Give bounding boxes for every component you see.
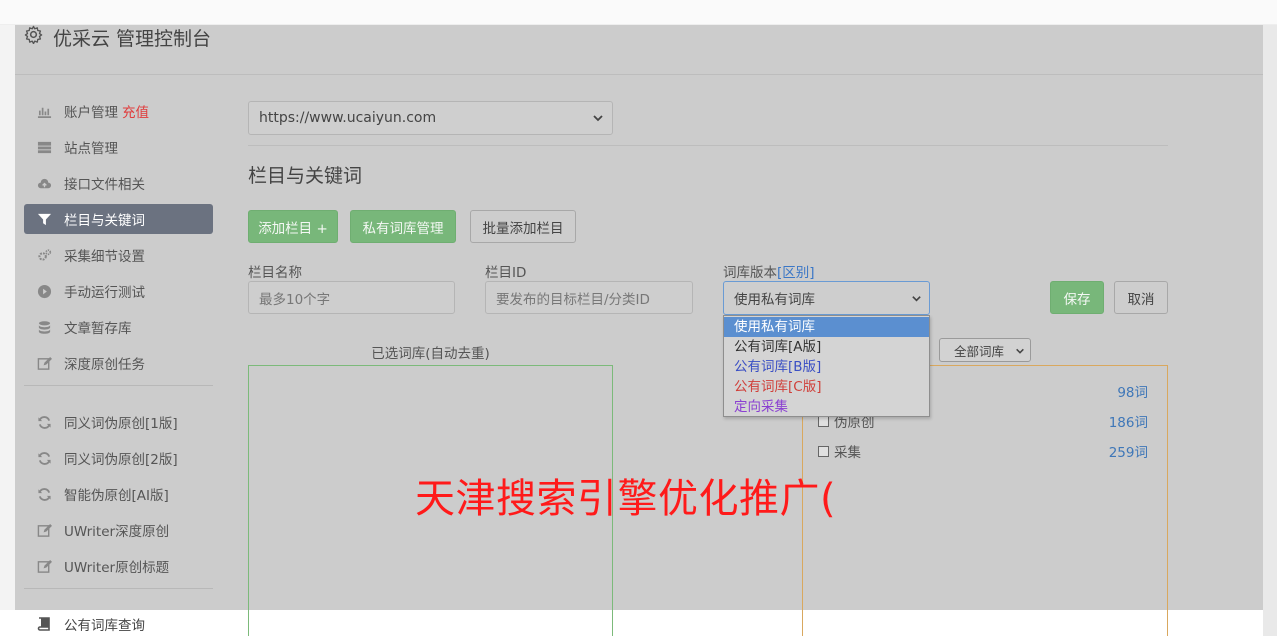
sidebar-item-label: 同义词伪原创[1版] <box>64 416 178 432</box>
sidebar-item-label: 账户管理 <box>64 105 118 121</box>
sidebar-item-label: 栏目与关键词 <box>64 213 145 229</box>
sidebar-item-label: UWriter原创标题 <box>64 560 170 576</box>
sidebar-item-label: 深度原创任务 <box>64 357 145 373</box>
sidebar-item-label: 接口文件相关 <box>64 177 145 193</box>
book-icon <box>36 616 52 632</box>
page-title: 栏目与关键词 <box>248 165 363 187</box>
sidebar-item-ai-rewrite[interactable]: 智能伪原创[AI版] <box>24 479 213 509</box>
column-name-input[interactable]: 最多10个字 <box>248 281 455 314</box>
chevron-down-icon <box>593 115 603 122</box>
refresh-icon <box>36 414 52 430</box>
sidebar-divider <box>24 588 213 589</box>
dropdown-option-targeted[interactable]: 定向采集 <box>724 397 929 417</box>
edit-icon <box>36 558 52 574</box>
difference-link[interactable]: [区别] <box>777 265 815 281</box>
sidebar-item-collection-settings[interactable]: 采集细节设置 <box>24 240 213 270</box>
gear-icon <box>24 25 43 49</box>
chevron-down-icon <box>1016 348 1024 354</box>
dropdown-option-public-b[interactable]: 公有词库[B版] <box>724 357 929 377</box>
library-row-count: 186词 <box>1108 415 1148 431</box>
library-version-label: 词库版本[区别] <box>723 261 815 281</box>
browser-top-strip <box>0 0 1277 25</box>
column-name-label: 栏目名称 <box>248 265 302 281</box>
site-select[interactable]: https://www.ucaiyun.com <box>248 101 613 135</box>
library-row[interactable]: 采集 259词 <box>818 441 1148 461</box>
library-filter-value: 全部词库 <box>954 343 1005 359</box>
app-header: 优采云 管理控制台 <box>24 24 211 50</box>
library-version-select[interactable]: 使用私有词库 <box>723 281 930 315</box>
play-circle-icon <box>36 283 52 299</box>
sidebar-item-article-storage[interactable]: 文章暂存库 <box>24 312 213 342</box>
dropdown-option-public-a[interactable]: 公有词库[A版] <box>724 337 929 357</box>
sidebar-item-api-files[interactable]: 接口文件相关 <box>24 168 213 198</box>
sidebar-item-deep-original[interactable]: 深度原创任务 <box>24 348 213 378</box>
watermark-text: 天津搜索引擎优化推广( <box>415 476 837 522</box>
recharge-link[interactable]: 充值 <box>122 101 149 121</box>
library-version-value: 使用私有词库 <box>734 292 815 308</box>
header-divider <box>15 74 1263 75</box>
edit-icon <box>36 355 52 371</box>
library-checkbox[interactable] <box>818 445 829 457</box>
library-version-dropdown[interactable]: 使用私有词库 公有词库[A版] 公有词库[B版] 公有词库[C版] 定向采集 <box>723 315 930 417</box>
sidebar-item-sites[interactable]: 站点管理 <box>24 132 213 162</box>
sidebar-item-uwriter-title[interactable]: UWriter原创标题 <box>24 551 213 581</box>
sidebar-divider <box>24 385 213 386</box>
library-checkbox[interactable] <box>818 415 829 427</box>
content-divider <box>248 145 1168 146</box>
sidebar-item-label: 站点管理 <box>64 141 118 157</box>
cogs-icon <box>36 247 52 263</box>
site-select-value: https://www.ucaiyun.com <box>259 110 437 126</box>
dropdown-option-private[interactable]: 使用私有词库 <box>724 317 929 337</box>
sidebar-item-label: 文章暂存库 <box>64 321 132 337</box>
private-library-button[interactable]: 私有词库管理 <box>350 210 456 243</box>
selected-library-title: 已选词库(自动去重) <box>371 346 490 362</box>
filter-icon <box>36 211 52 227</box>
sidebar-item-label: 手动运行测试 <box>64 285 145 301</box>
cloud-upload-icon <box>36 175 52 191</box>
refresh-icon <box>36 486 52 502</box>
app-title: 优采云 管理控制台 <box>53 27 212 50</box>
database-icon <box>36 319 52 335</box>
refresh-icon <box>36 450 52 466</box>
edit-icon <box>36 522 52 538</box>
save-button[interactable]: 保存 <box>1050 281 1104 314</box>
library-row-name: 采集 <box>834 445 861 461</box>
library-version-label-text: 词库版本 <box>723 265 777 281</box>
library-filter-select[interactable]: 全部词库 <box>939 338 1031 362</box>
sidebar-item-public-library-query[interactable]: 公有词库查询 <box>36 614 145 634</box>
batch-add-column-button[interactable]: 批量添加栏目 <box>470 210 576 243</box>
sidebar-item-manual-run[interactable]: 手动运行测试 <box>24 276 213 306</box>
add-column-button[interactable]: 添加栏目 + <box>248 210 338 243</box>
left-page-margin <box>0 25 15 610</box>
sidebar-item-synonym-v1[interactable]: 同义词伪原创[1版] <box>24 407 213 437</box>
right-page-margin <box>1263 25 1277 636</box>
bar-chart-icon <box>36 103 52 119</box>
cancel-button[interactable]: 取消 <box>1114 281 1168 314</box>
sidebar-item-uwriter-deep[interactable]: UWriter深度原创 <box>24 515 213 545</box>
dropdown-option-public-c[interactable]: 公有词库[C版] <box>724 377 929 397</box>
sidebar-item-label: 同义词伪原创[2版] <box>64 452 178 468</box>
library-row-count: 98词 <box>1117 385 1148 401</box>
sidebar-item-label: 智能伪原创[AI版] <box>64 488 169 504</box>
sidebar-item-label: UWriter深度原创 <box>64 524 170 540</box>
sidebar-item-label: 采集细节设置 <box>64 249 145 265</box>
sidebar-item-synonym-v2[interactable]: 同义词伪原创[2版] <box>24 443 213 473</box>
server-icon <box>36 139 52 155</box>
chevron-down-icon <box>912 296 921 302</box>
sidebar-item-columns-keywords[interactable]: 栏目与关键词 <box>24 204 213 234</box>
sidebar-item-label: 公有词库查询 <box>64 618 145 634</box>
sidebar: 账户管理 充值 站点管理 接口文件相关 栏目与关键词 采集细节设置 手动运行测试… <box>24 96 213 610</box>
library-row-count: 259词 <box>1108 445 1148 461</box>
sidebar-item-account[interactable]: 账户管理 充值 <box>24 96 213 126</box>
column-id-input[interactable]: 要发布的目标栏目/分类ID <box>485 281 693 314</box>
column-id-label: 栏目ID <box>485 265 527 281</box>
